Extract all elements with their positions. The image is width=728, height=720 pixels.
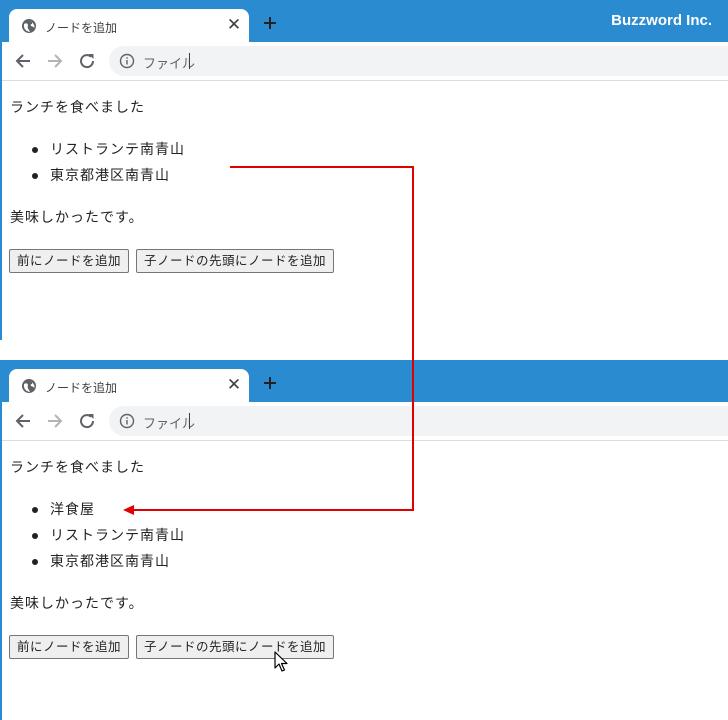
list-item: リストランテ南青山 [32,523,185,549]
footer-text: 美味しかったです。 [10,596,144,612]
browser-window-before: ノードを追加 ✕ Buzzword Inc. ファイル ランチを食べました リス… [0,0,728,340]
arrow-right-icon[interactable] [45,411,65,431]
toolbar: ファイル [0,402,728,441]
mouse-cursor-icon [274,651,288,673]
footer-text: 美味しかったです。 [10,210,144,226]
restaurant-list: リストランテ南青山 東京都港区南青山 [32,137,185,189]
reload-icon[interactable] [77,411,97,431]
close-icon[interactable]: ✕ [226,17,242,34]
heading-text: ランチを食べました [10,100,145,116]
plus-icon[interactable] [261,374,279,392]
restaurant-list: 洋食屋 リストランテ南青山 東京都港区南青山 [32,497,185,575]
window-edge [0,402,2,720]
tab-title: ノードを追加 [45,21,118,35]
globe-icon [21,378,37,394]
arrow-left-icon[interactable] [13,411,33,431]
globe-icon [21,18,37,34]
browser-window-after: ノードを追加 ✕ ファイル ランチを食べました 洋食屋 リストランテ南青山 東京… [0,360,728,720]
address-scheme: ファイル [143,57,196,72]
address-bar[interactable]: ファイル [109,46,728,76]
arrow-right-icon[interactable] [45,51,65,71]
browser-tab[interactable]: ノードを追加 ✕ [9,9,249,43]
title-bar: ノードを追加 ✕ Buzzword Inc. [0,0,728,43]
add-before-button[interactable]: 前にノードを追加 [9,249,130,273]
plus-icon[interactable] [261,14,279,32]
add-first-child-button[interactable]: 子ノードの先頭にノードを追加 [136,635,335,659]
browser-tab[interactable]: ノードを追加 ✕ [9,369,249,403]
close-icon[interactable]: ✕ [226,377,242,394]
arrow-left-icon[interactable] [13,51,33,71]
list-item: 東京都港区南青山 [32,163,185,189]
list-item: リストランテ南青山 [32,137,185,163]
window-edge [0,42,2,340]
info-icon[interactable] [119,413,135,429]
info-icon[interactable] [119,53,135,69]
add-before-button[interactable]: 前にノードを追加 [9,635,130,659]
toolbar: ファイル [0,42,728,81]
add-first-child-button[interactable]: 子ノードの先頭にノードを追加 [136,249,335,273]
title-bar: ノードを追加 ✕ [0,360,728,403]
text-caret [189,413,190,429]
tab-title: ノードを追加 [45,381,118,395]
text-caret [189,53,190,69]
list-item-new: 洋食屋 [32,497,185,523]
reload-icon[interactable] [77,51,97,71]
brand-label: Buzzword Inc. [611,12,712,29]
list-item: 東京都港区南青山 [32,549,185,575]
address-bar[interactable]: ファイル [109,406,728,436]
heading-text: ランチを食べました [10,460,145,476]
address-scheme: ファイル [143,417,196,432]
